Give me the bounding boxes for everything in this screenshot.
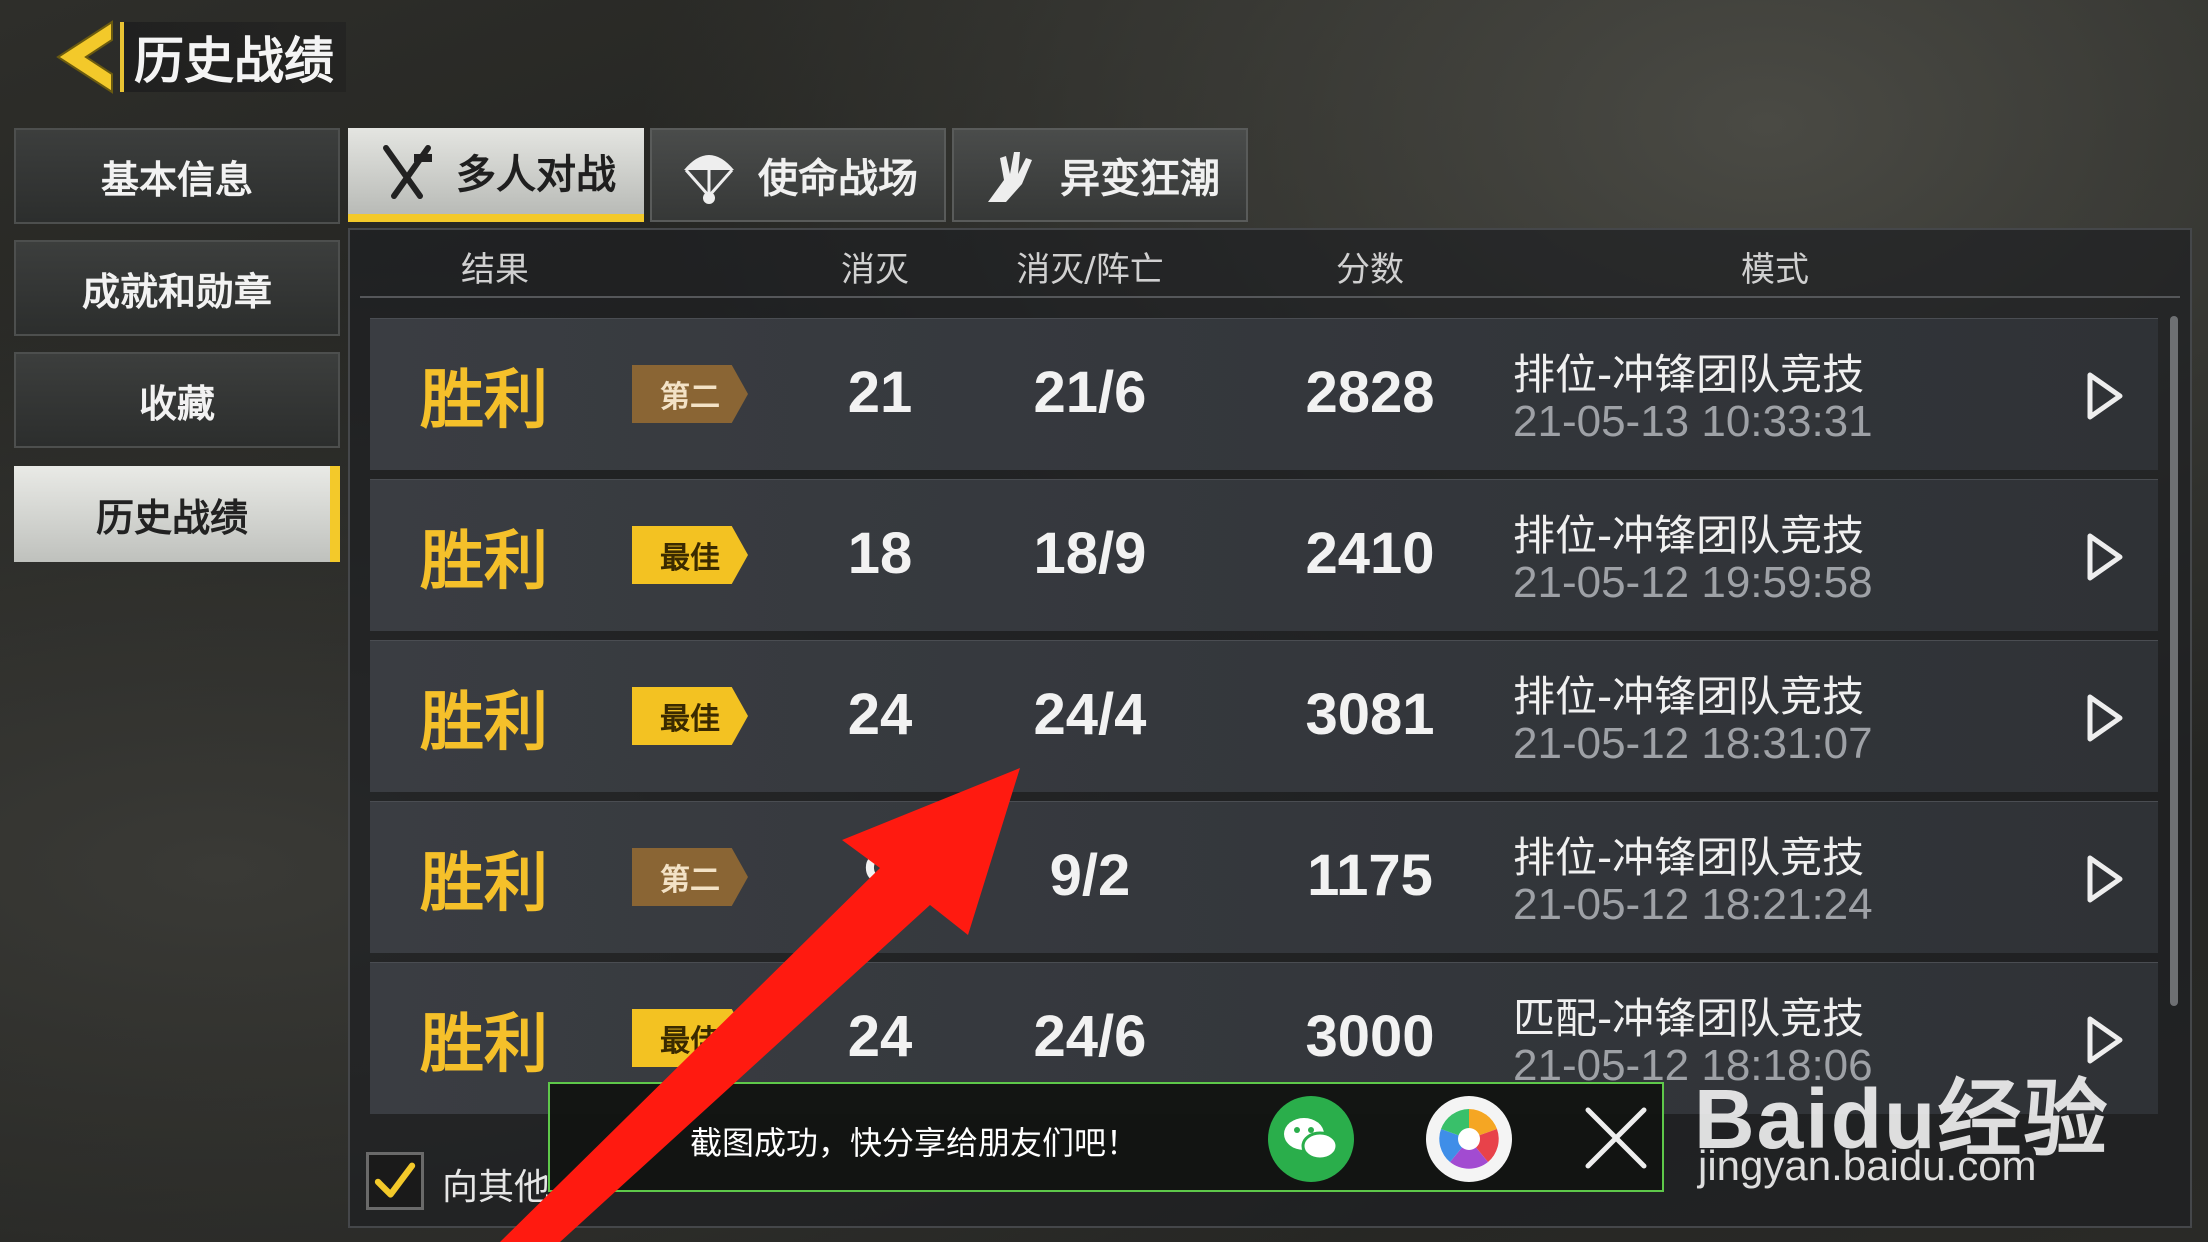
header-divider <box>360 296 2180 298</box>
score-value: 1175 <box>1307 843 1433 908</box>
sidebar-item-label: 收藏 <box>138 381 215 426</box>
table-row[interactable]: 胜利 第二 9 9/2 1175 排位-冲锋团队竞技 21-05-12 18:2… <box>370 801 2158 953</box>
sidebar-item-basic-info[interactable]: 基本信息 <box>14 128 340 224</box>
share-label: 向其他 <box>442 1167 551 1208</box>
mode-name: 排位-冲锋团队竞技 <box>1513 672 1865 721</box>
result-label: 胜利 <box>420 686 548 760</box>
sidebar-item-label: 成就和勋章 <box>81 269 272 314</box>
result-label: 胜利 <box>420 364 548 438</box>
match-time: 21-05-13 10:33:31 <box>1513 397 1873 446</box>
tab-zombies[interactable]: 异变狂潮 <box>952 128 1248 222</box>
play-arrow-icon[interactable] <box>2085 371 2125 421</box>
match-time: 21-05-12 18:31:07 <box>1513 719 1873 768</box>
score-value: 3000 <box>1305 1004 1435 1069</box>
rank-badge: 第二 <box>632 365 748 423</box>
kills-value: 9 <box>863 843 897 908</box>
sidebar-item-label: 历史战绩 <box>95 495 248 540</box>
parachute-icon <box>684 155 734 204</box>
kills-value: 24 <box>847 682 913 747</box>
table-row[interactable]: 胜利 最佳 24 24/4 3081 排位-冲锋团队竞技 21-05-12 18… <box>370 640 2158 792</box>
sidebar-item-collection[interactable]: 收藏 <box>14 352 340 448</box>
column-header-kd: 消灭/阵亡 <box>1016 250 1164 290</box>
table-row[interactable]: 胜利 最佳 18 18/9 2410 排位-冲锋团队竞技 21-05-12 19… <box>370 479 2158 631</box>
screenshot-toast: 截图成功，快分享给朋友们吧！ <box>548 1082 1664 1192</box>
mode-name: 匹配-冲锋团队竞技 <box>1513 994 1865 1043</box>
aperture-icon <box>1439 1109 1499 1169</box>
tab-label: 异变狂潮 <box>1060 156 1220 202</box>
wechat-icon <box>1284 1118 1339 1161</box>
result-label: 胜利 <box>420 525 548 599</box>
page-title: 历史战绩 <box>120 22 346 92</box>
kd-value: 24/4 <box>1033 682 1147 747</box>
rank-badge: 第二 <box>632 848 748 906</box>
sidebar-item-achievements[interactable]: 成就和勋章 <box>14 240 340 336</box>
crossed-guns-icon <box>383 145 432 199</box>
zombie-hand-icon <box>988 152 1032 202</box>
table-row[interactable]: 胜利 第二 21 21/6 2828 排位-冲锋团队竞技 21-05-13 10… <box>370 318 2158 470</box>
watermark-url: jingyan.baidu.com <box>1698 1142 2037 1189</box>
wechat-share-button[interactable] <box>1268 1096 1354 1182</box>
column-header-result: 结果 <box>461 250 529 290</box>
tab-battle-royale[interactable]: 使命战场 <box>650 128 946 222</box>
result-label: 胜利 <box>420 847 548 921</box>
rank-badge: 最佳 <box>632 1009 748 1067</box>
score-value: 2410 <box>1305 521 1435 586</box>
rank-badge: 最佳 <box>632 526 748 584</box>
column-header-score: 分数 <box>1336 250 1404 290</box>
play-arrow-icon[interactable] <box>2085 854 2125 904</box>
kills-value: 21 <box>847 360 913 425</box>
share-checkbox[interactable] <box>366 1152 424 1210</box>
back-arrow-icon[interactable] <box>50 18 120 96</box>
kd-value: 9/2 <box>1049 843 1131 908</box>
kd-value: 24/6 <box>1033 1004 1147 1069</box>
mode-name: 排位-冲锋团队竞技 <box>1513 833 1865 882</box>
check-icon <box>374 1162 416 1198</box>
close-icon[interactable] <box>1580 1102 1652 1174</box>
kd-value: 18/9 <box>1033 521 1147 586</box>
match-time: 21-05-12 19:59:58 <box>1513 558 1873 607</box>
match-time: 21-05-12 18:21:24 <box>1513 880 1873 929</box>
album-share-button[interactable] <box>1426 1096 1512 1182</box>
tab-label: 使命战场 <box>758 156 918 202</box>
play-arrow-icon[interactable] <box>2085 693 2125 743</box>
tab-multiplayer[interactable]: 多人对战 <box>348 128 644 222</box>
toast-message: 截图成功，快分享给朋友们吧！ <box>690 1124 1139 1162</box>
mode-name: 排位-冲锋团队竞技 <box>1513 350 1865 399</box>
column-header-kills: 消灭 <box>841 250 909 290</box>
play-arrow-icon[interactable] <box>2085 532 2125 582</box>
scrollbar[interactable] <box>2170 316 2178 1006</box>
sidebar-item-history[interactable]: 历史战绩 <box>14 466 340 562</box>
tab-label: 多人对战 <box>456 152 616 198</box>
rank-badge: 最佳 <box>632 687 748 745</box>
kd-value: 21/6 <box>1033 360 1147 425</box>
result-label: 胜利 <box>420 1008 548 1082</box>
score-value: 3081 <box>1305 682 1435 747</box>
mode-name: 排位-冲锋团队竞技 <box>1513 511 1865 560</box>
score-value: 2828 <box>1305 360 1435 425</box>
sidebar-item-label: 基本信息 <box>100 157 253 202</box>
kills-value: 18 <box>847 521 913 586</box>
column-header-mode: 模式 <box>1741 250 1809 290</box>
kills-value: 24 <box>847 1004 913 1069</box>
